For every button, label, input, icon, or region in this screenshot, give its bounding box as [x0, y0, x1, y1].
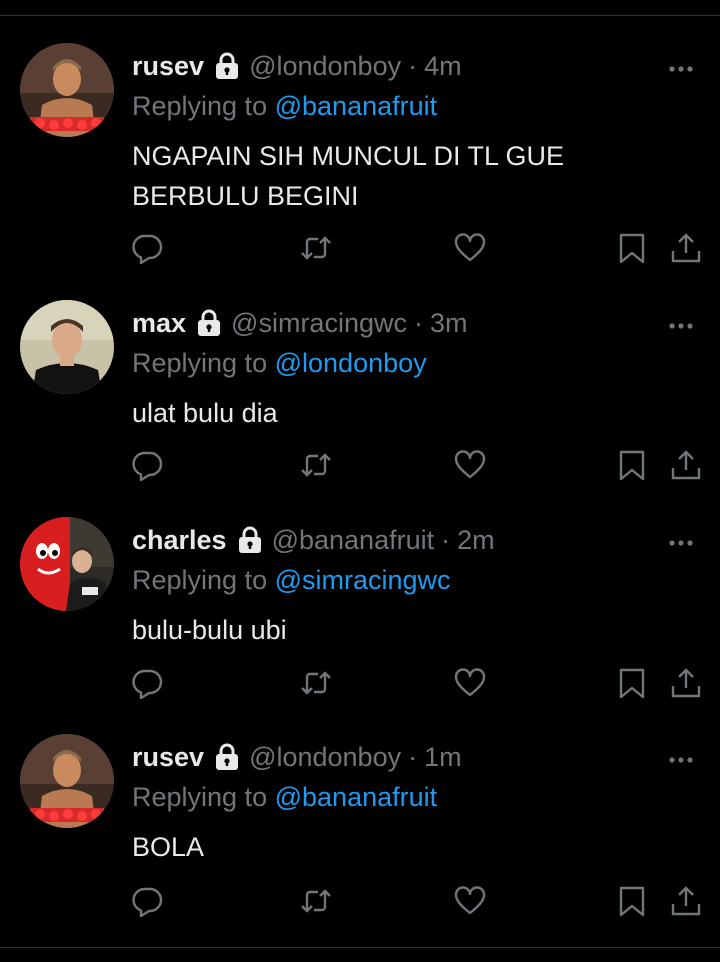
tweet-text-line: BOLA [132, 832, 205, 862]
share-icon[interactable] [670, 232, 702, 264]
action-bar [0, 232, 720, 272]
bookmark-icon[interactable] [616, 667, 648, 699]
tweet-header: max @simracingwc · 3m [132, 305, 468, 341]
more-options-icon[interactable] [668, 534, 694, 546]
reply-mention-link[interactable]: @bananafruit [275, 91, 438, 121]
timestamp[interactable]: 2m [457, 525, 495, 556]
avatar[interactable] [20, 734, 114, 828]
replying-to-line: Replying to @bananafruit [132, 91, 437, 122]
more-options-icon[interactable] [668, 317, 694, 329]
bookmark-icon[interactable] [616, 885, 648, 917]
like-icon[interactable] [454, 885, 486, 917]
replying-label: Replying to [132, 348, 268, 378]
separator-dot: · [408, 50, 418, 81]
tweet[interactable]: charles @bananafruit · 2m Replying to @s… [0, 492, 720, 709]
timestamp[interactable]: 1m [424, 742, 462, 773]
retweet-icon[interactable] [300, 667, 332, 699]
separator-dot: · [413, 307, 423, 338]
top-divider [0, 15, 720, 16]
tweet-text: bulu-bulu ubi [132, 610, 672, 650]
tweet-header: rusev @londonboy · 4m [132, 48, 462, 84]
reply-icon[interactable] [131, 232, 163, 264]
lock-icon [215, 52, 239, 80]
lock-icon [238, 526, 262, 554]
tweet-text: NGAPAIN SIH MUNCUL DI TL GUE BERBULU BEG… [132, 136, 672, 216]
tweet-text-line: bulu-bulu ubi [132, 615, 287, 645]
bookmark-icon[interactable] [616, 449, 648, 481]
display-name[interactable]: charles [132, 525, 227, 556]
reply-icon[interactable] [131, 449, 163, 481]
tweet-text: BOLA [132, 827, 672, 867]
reply-mention-link[interactable]: @simracingwc [275, 565, 451, 595]
like-icon[interactable] [454, 232, 486, 264]
tweet-text-line: NGAPAIN SIH MUNCUL DI TL GUE [132, 141, 565, 171]
more-options-icon[interactable] [668, 751, 694, 763]
separator-dot: · [408, 741, 418, 772]
share-icon[interactable] [670, 449, 702, 481]
handle[interactable]: @londonboy [249, 742, 401, 773]
reply-icon[interactable] [131, 667, 163, 699]
share-icon[interactable] [670, 885, 702, 917]
tweet[interactable]: max @simracingwc · 3m Replying to @londo… [0, 275, 720, 492]
lock-icon [197, 309, 221, 337]
retweet-icon[interactable] [300, 232, 332, 264]
display-name[interactable]: max [132, 308, 186, 339]
tweet-text-line: BERBULU BEGINI [132, 181, 359, 211]
tweet-text: ulat bulu dia [132, 393, 672, 433]
retweet-icon[interactable] [300, 449, 332, 481]
handle[interactable]: @londonboy [249, 51, 401, 82]
reply-mention-link[interactable]: @londonboy [275, 348, 427, 378]
handle[interactable]: @bananafruit [272, 525, 435, 556]
timestamp[interactable]: 3m [430, 308, 468, 339]
avatar[interactable] [20, 300, 114, 394]
more-options-icon[interactable] [668, 60, 694, 72]
action-bar [0, 449, 720, 489]
tweet[interactable]: rusev @londonboy · 1m Replying to @banan… [0, 709, 720, 926]
action-bar [0, 885, 720, 925]
action-bar [0, 667, 720, 707]
like-icon[interactable] [454, 449, 486, 481]
display-name[interactable]: rusev [132, 51, 204, 82]
bookmark-icon[interactable] [616, 232, 648, 264]
replying-label: Replying to [132, 782, 268, 812]
bottom-divider [0, 947, 720, 948]
avatar[interactable] [20, 43, 114, 137]
tweet-header: charles @bananafruit · 2m [132, 522, 495, 558]
like-icon[interactable] [454, 667, 486, 699]
tweet[interactable]: rusev @londonboy · 4m Replying to @banan… [0, 18, 720, 264]
reply-icon[interactable] [131, 885, 163, 917]
retweet-icon[interactable] [300, 885, 332, 917]
tweet-header: rusev @londonboy · 1m [132, 739, 462, 775]
share-icon[interactable] [670, 667, 702, 699]
replying-to-line: Replying to @londonboy [132, 348, 427, 379]
tweet-text-line: ulat bulu dia [132, 398, 278, 428]
replying-label: Replying to [132, 91, 268, 121]
avatar[interactable] [20, 517, 114, 611]
handle[interactable]: @simracingwc [231, 308, 407, 339]
replying-to-line: Replying to @bananafruit [132, 782, 437, 813]
reply-mention-link[interactable]: @bananafruit [275, 782, 438, 812]
display-name[interactable]: rusev [132, 742, 204, 773]
lock-icon [215, 743, 239, 771]
replying-label: Replying to [132, 565, 268, 595]
replying-to-line: Replying to @simracingwc [132, 565, 451, 596]
separator-dot: · [441, 524, 451, 555]
timestamp[interactable]: 4m [424, 51, 462, 82]
